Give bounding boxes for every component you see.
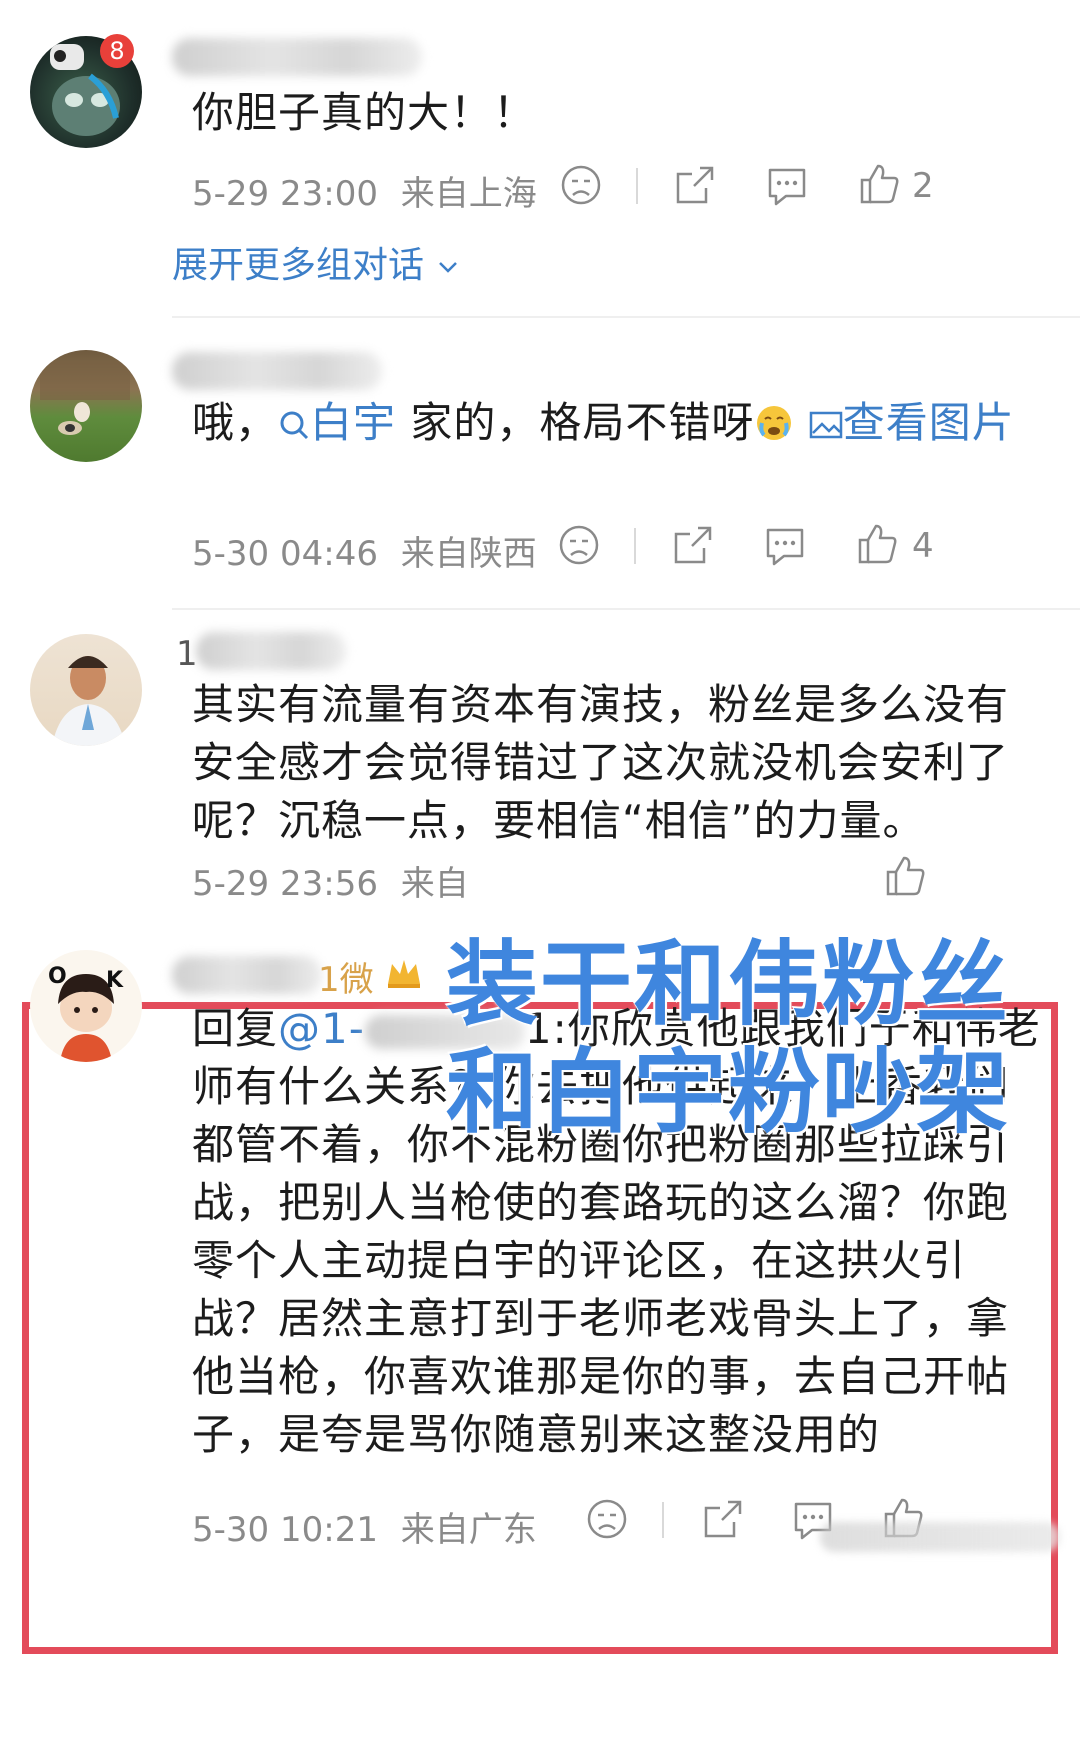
crown-icon [388, 960, 420, 988]
topic-link[interactable]: 白宇 [278, 398, 396, 447]
dislike-icon[interactable] [584, 1496, 630, 1542]
like-count: 4 [912, 526, 934, 566]
comment-time: 5-30 10:21 [192, 1510, 378, 1550]
username-blurred[interactable] [196, 632, 346, 670]
username-blurred[interactable] [172, 38, 422, 76]
comment-time: 5-30 04:46 [192, 534, 378, 574]
comment-meta: 5-29 23:56 来自 [192, 856, 469, 905]
avatar-image-icon [52, 656, 126, 746]
comment-divider [172, 316, 1080, 318]
comment-text: 你胆子真的大！！ [192, 88, 537, 137]
view-image-link[interactable]: 查看图片 [809, 398, 1015, 447]
avatar-image-icon [40, 360, 130, 435]
username-prefix: 1 [176, 634, 198, 674]
comment-meta: 5-30 10:21 来自广东 [192, 1502, 537, 1551]
comment-text: 哦， 白宇 家的，格局不错呀 查看图片 [192, 398, 1015, 447]
mention-link[interactable]: @1- [278, 1004, 365, 1053]
like-icon[interactable] [856, 160, 902, 206]
username-suffix: 1微 [318, 960, 374, 1000]
share-icon[interactable] [700, 1496, 746, 1542]
avatar[interactable] [30, 634, 142, 746]
comment-divider [172, 608, 1080, 610]
comment-location: 来自上海 [400, 174, 537, 214]
comment-location: 来自 [400, 864, 469, 904]
divider [662, 1502, 664, 1538]
avatar-letter: O [48, 964, 67, 989]
comment-text: 其实有流量有资本有演技，粉丝是多么没有安全感才会觉得错过了这次就没机会安利了呢？… [192, 680, 1010, 845]
divider [636, 168, 638, 204]
like-icon[interactable] [854, 520, 900, 566]
comment-time: 5-29 23:56 [192, 864, 378, 904]
username-blurred[interactable] [172, 352, 382, 390]
avatar-letter: K [106, 968, 124, 993]
avatar[interactable] [30, 350, 142, 462]
watermark-blurred [820, 1522, 1060, 1552]
notification-badge: 8 [100, 34, 134, 68]
comment-location: 来自广东 [400, 1510, 537, 1550]
like-icon[interactable] [882, 852, 928, 898]
image-icon [809, 411, 842, 439]
chevron-down-icon [439, 262, 458, 273]
avatar-image-icon [58, 974, 114, 1062]
crying-emoji-icon [757, 406, 792, 440]
share-icon[interactable] [670, 522, 716, 568]
dislike-icon[interactable] [558, 162, 604, 208]
search-icon [280, 411, 309, 440]
comment-icon[interactable] [762, 522, 808, 568]
comment-meta: 5-29 23:00 来自上海 [192, 166, 537, 215]
comment-time: 5-29 23:00 [192, 174, 378, 214]
username-blurred[interactable] [172, 956, 322, 994]
overlay-caption-line2: 和白宇粉吵架 [446, 1039, 1011, 1146]
badge-count: 8 [109, 37, 125, 65]
dislike-icon[interactable] [556, 522, 602, 568]
expand-more-link[interactable]: 展开更多组对话 [172, 236, 461, 288]
avatar[interactable]: O K [30, 950, 142, 1062]
comment-meta: 5-30 04:46 来自陕西 [192, 526, 537, 575]
like-count: 2 [912, 166, 934, 206]
divider [634, 528, 636, 564]
comment-location: 来自陕西 [400, 534, 537, 574]
share-icon[interactable] [672, 162, 718, 208]
comment-icon[interactable] [764, 162, 810, 208]
